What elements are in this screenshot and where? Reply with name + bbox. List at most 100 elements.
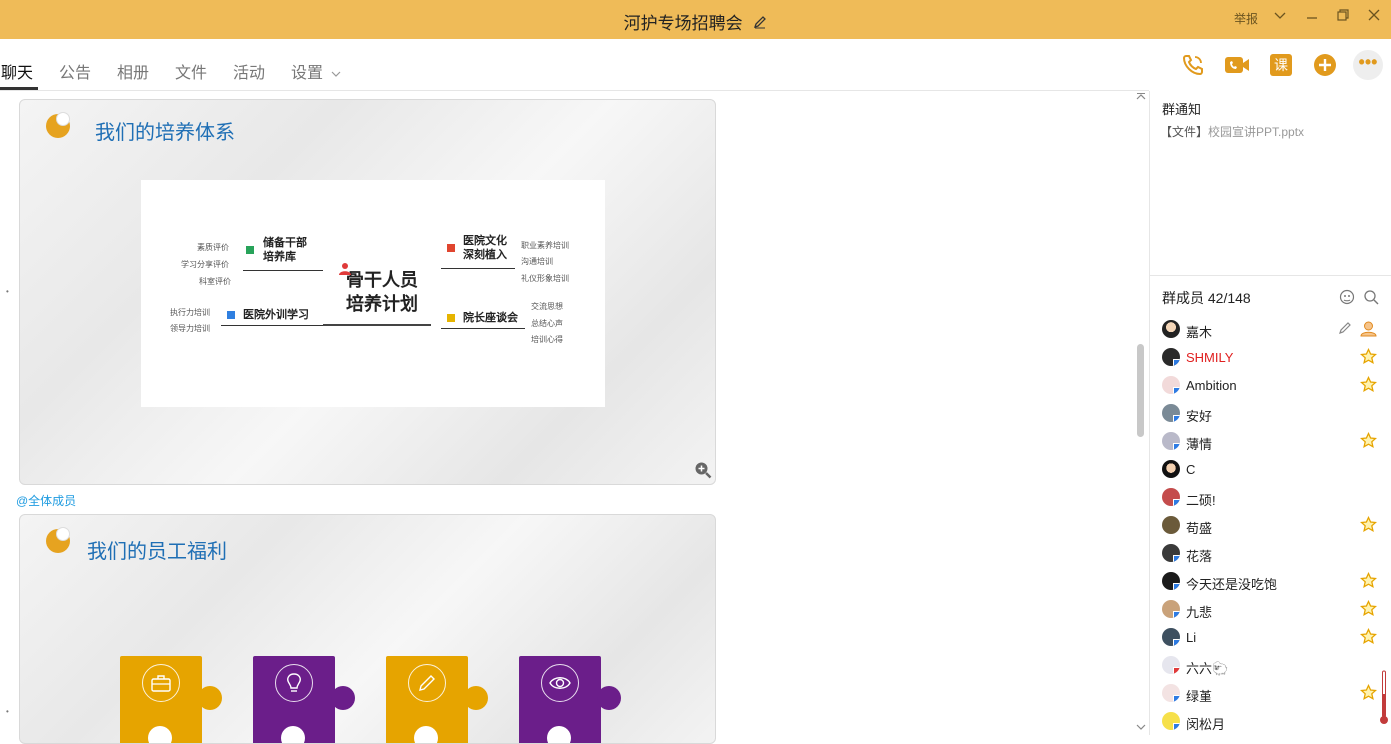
tab-files[interactable]: 文件 <box>175 59 207 83</box>
phone-icon[interactable] <box>1180 52 1206 78</box>
leaf-label: 素质评价 <box>197 243 229 252</box>
thermometer-icon <box>1380 670 1388 726</box>
branch-dean-talk: 院长座谈会 <box>463 312 518 324</box>
star-icon <box>1360 376 1377 392</box>
avatar <box>1162 516 1180 534</box>
slide-title: 我们的员工福利 <box>87 541 227 563</box>
course-icon[interactable]: 课 <box>1268 52 1294 78</box>
member-filter-icon[interactable] <box>1339 289 1355 310</box>
tab-announcement[interactable]: 公告 <box>59 59 91 83</box>
member-item[interactable]: 花落 <box>1160 541 1385 565</box>
puzzle-piece <box>386 656 488 743</box>
badge-icon <box>227 311 235 319</box>
member-item[interactable]: 闵松月 <box>1160 709 1385 733</box>
tab-album[interactable]: 相册 <box>117 59 149 83</box>
member-name: 嘉木 <box>1186 325 1213 340</box>
slide-bullet-icon <box>56 527 70 541</box>
leaf-label: 培训心得 <box>531 335 563 344</box>
bullet-icon: • <box>6 287 9 296</box>
active-tab-indicator <box>0 87 38 90</box>
avatar <box>1162 348 1180 366</box>
avatar <box>1162 432 1180 450</box>
more-button[interactable]: ••• <box>1353 50 1383 80</box>
member-item[interactable]: 六六🐑 <box>1160 653 1385 677</box>
tab-chat[interactable]: 聊天 <box>1 59 33 83</box>
leaf-label: 学习分享评价 <box>181 260 229 269</box>
slide-title: 我们的培养体系 <box>95 122 235 144</box>
badge-icon <box>447 314 455 322</box>
bullet-icon: • <box>6 707 9 716</box>
tab-activity[interactable]: 活动 <box>233 59 265 83</box>
mind-map-connector <box>441 328 525 329</box>
avatar <box>1162 320 1180 338</box>
member-item[interactable]: 薄情 <box>1160 429 1385 453</box>
course-label: 课 <box>1270 54 1292 76</box>
title-bar: 河护专场招聘会 举报 <box>0 0 1391 39</box>
tab-settings-label: 设置 <box>291 65 324 82</box>
panel-divider <box>1150 275 1391 276</box>
zoom-in-icon[interactable] <box>694 461 712 479</box>
tab-bar: 聊天 公告 相册 文件 活动 设置 <box>0 39 1149 91</box>
person-icon <box>338 262 352 276</box>
mind-map: 骨干人员 培养计划 储备干部 培养库 素质评价 学习分享评价 科室评价 医院外训学习… <box>141 180 605 407</box>
member-item[interactable]: 二硕! <box>1160 485 1385 509</box>
star-icon <box>1360 516 1377 532</box>
member-item[interactable]: 嘉木 <box>1160 317 1385 341</box>
group-notice-content[interactable]: 【文件】校园宣讲PPT.pptx <box>1160 123 1304 140</box>
member-name: Li <box>1186 630 1197 645</box>
leaf-label: 沟通培训 <box>521 257 553 266</box>
eye-icon <box>541 664 579 702</box>
star-icon <box>1360 600 1377 616</box>
member-item[interactable]: C <box>1160 457 1385 481</box>
restore-icon[interactable] <box>1336 8 1350 25</box>
slide-image-benefits[interactable]: 我们的员工福利 <box>19 514 716 744</box>
star-icon <box>1360 348 1377 364</box>
leaf-label: 领导力培训 <box>170 324 210 333</box>
report-button[interactable]: 举报 <box>1234 10 1258 27</box>
branch-external-training: 医院外训学习 <box>243 309 309 321</box>
add-icon[interactable] <box>1312 52 1338 78</box>
chat-scrollbar-thumb[interactable] <box>1137 344 1144 437</box>
star-icon <box>1360 628 1377 644</box>
member-name: Ambition <box>1186 378 1237 393</box>
mind-map-center-label: 骨干人员 培养计划 <box>346 270 418 314</box>
member-item[interactable]: 绿堇 <box>1160 681 1385 705</box>
close-icon[interactable] <box>1367 8 1381 25</box>
minimize-icon[interactable] <box>1305 8 1319 25</box>
member-item[interactable]: SHMILY <box>1160 345 1385 369</box>
member-item[interactable]: 苟盛 <box>1160 513 1385 537</box>
member-item[interactable]: Li <box>1160 625 1385 649</box>
avatar <box>1162 600 1180 618</box>
edit-title-icon[interactable] <box>753 15 767 32</box>
leaf-label: 科室评价 <box>199 277 231 286</box>
badge-icon <box>246 246 254 254</box>
member-item[interactable]: Ambition <box>1160 373 1385 397</box>
video-call-icon[interactable] <box>1224 52 1250 78</box>
notice-file[interactable]: 校园宣讲PPT.pptx <box>1208 125 1304 139</box>
star-icon <box>1360 572 1377 588</box>
search-icon[interactable] <box>1363 289 1379 310</box>
leaf-label: 执行力培训 <box>170 308 210 317</box>
edit-icon[interactable] <box>1338 321 1352 340</box>
slide-image-training[interactable]: 我们的培养体系 骨干人员 培养计划 储备干部 培养库 素质评价 学习分享评价 科室评… <box>19 99 716 485</box>
tab-settings[interactable]: 设置 <box>291 59 341 83</box>
side-panel: 群通知 【文件】校园宣讲PPT.pptx 群成员 42/148 嘉木 SHMIL… <box>1150 91 1391 735</box>
avatar <box>1162 404 1180 422</box>
mind-map-connector <box>323 324 431 326</box>
mention-all[interactable]: @全体成员 <box>16 492 76 509</box>
scroll-up-icon[interactable] <box>1135 89 1147 107</box>
member-name: 今天还是没吃饱 <box>1186 577 1278 592</box>
leaf-label: 交流思想 <box>531 302 563 311</box>
member-item[interactable]: 安好 <box>1160 401 1385 425</box>
branch-reserve-cadres: 储备干部 培养库 <box>263 237 307 263</box>
leaf-label: 总结心声 <box>531 319 563 328</box>
avatar <box>1162 712 1180 730</box>
pencil-icon <box>408 664 446 702</box>
member-item[interactable]: 今天还是没吃饱 <box>1160 569 1385 593</box>
puzzle-piece <box>253 656 355 743</box>
member-item[interactable]: 九悲 <box>1160 597 1385 621</box>
scroll-down-icon[interactable] <box>1135 719 1147 737</box>
mind-map-center: 骨干人员 培养计划 <box>346 268 418 316</box>
chevron-down-icon[interactable] <box>1273 8 1287 25</box>
avatar <box>1162 572 1180 590</box>
